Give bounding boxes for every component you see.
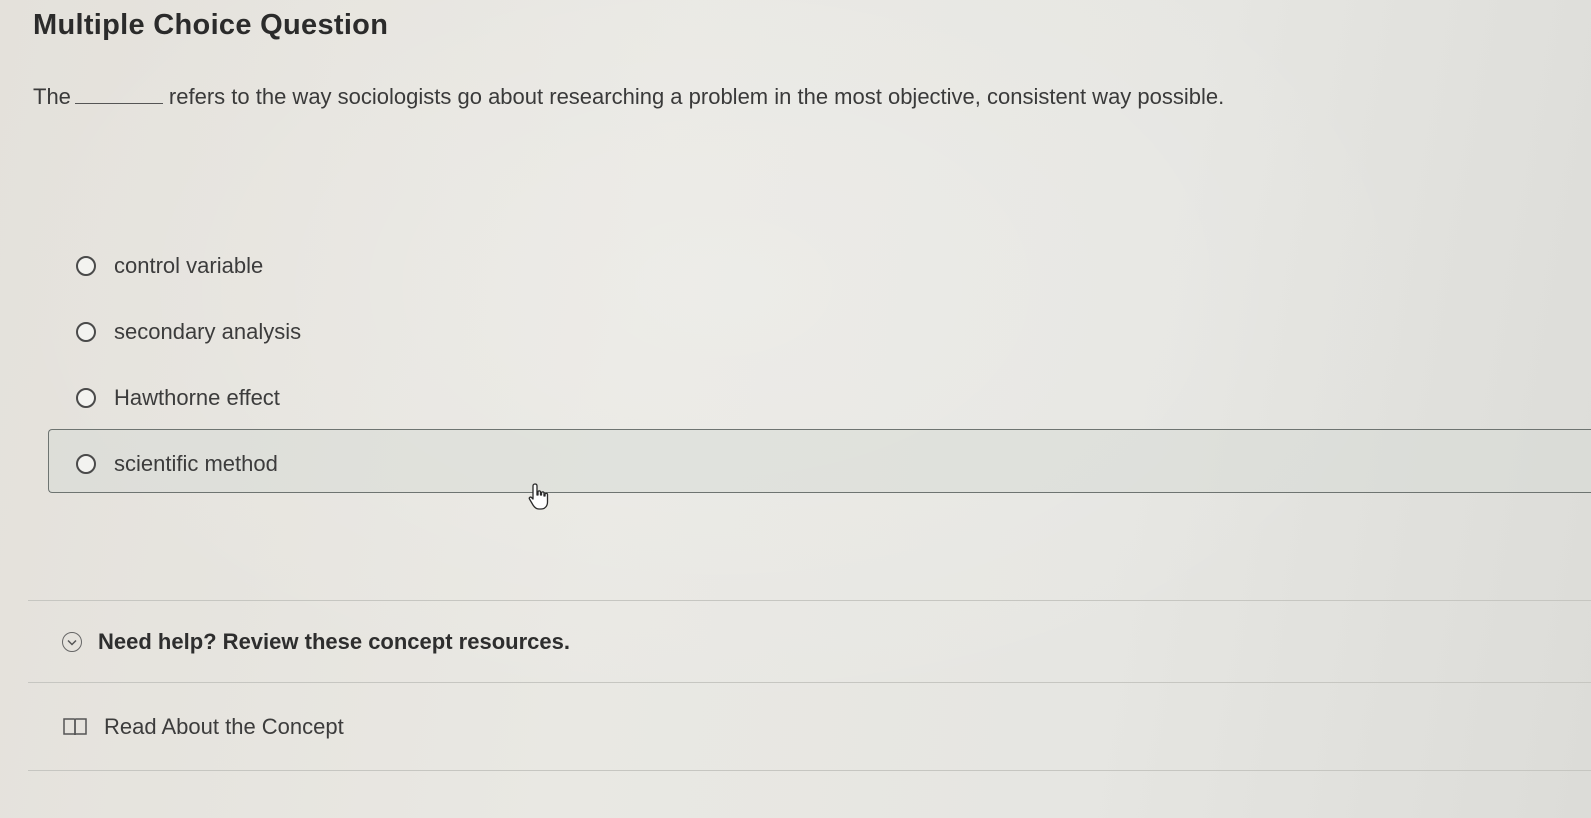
question-blank [74,103,163,104]
hand-pointer-cursor-icon [528,483,549,510]
question-prefix: The [33,84,71,109]
book-icon [63,718,87,736]
read-about-concept-link[interactable]: Read About the Concept [62,714,344,740]
radio-button[interactable] [76,322,96,342]
read-about-concept-label: Read About the Concept [104,714,344,739]
help-label: Need help? Review these concept resource… [98,629,570,654]
divider [28,600,1591,601]
radio-button[interactable] [76,256,96,276]
radio-button[interactable] [76,388,96,408]
option-label: control variable [114,253,264,278]
option-control-variable[interactable]: control variable [76,253,263,279]
chevron-down-icon [62,632,82,652]
page-title: Multiple Choice Question [33,9,389,41]
divider [28,770,1591,771]
option-scientific-method[interactable]: scientific method [76,451,278,477]
option-hawthorne-effect[interactable]: Hawthorne effect [76,385,280,411]
option-label: scientific method [114,451,278,476]
question-suffix: refers to the way sociologists go about … [168,84,1225,109]
question-text: The refers to the way sociologists go abo… [33,84,1224,110]
divider [28,682,1591,683]
option-label: secondary analysis [114,319,302,344]
help-toggle[interactable]: Need help? Review these concept resource… [62,629,570,655]
option-label: Hawthorne effect [114,385,280,410]
option-secondary-analysis[interactable]: secondary analysis [76,319,301,345]
option-hover-highlight[interactable] [48,429,1591,493]
radio-button[interactable] [76,454,96,474]
